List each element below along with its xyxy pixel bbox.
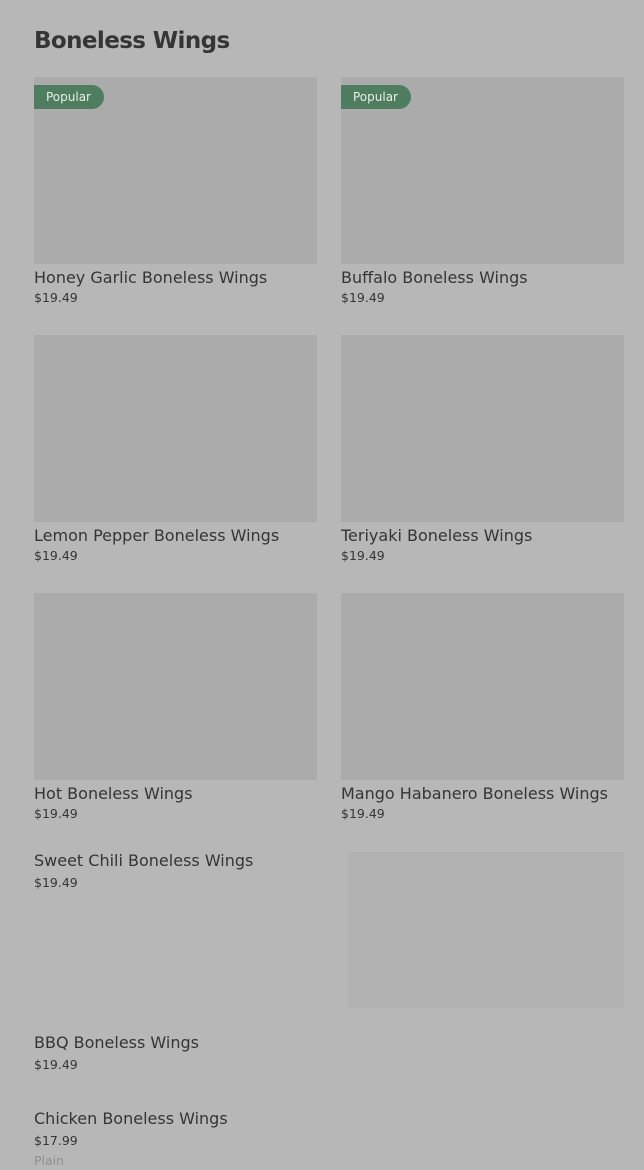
popular-badge: Popular <box>341 85 411 109</box>
item-name: Mango Habanero Boneless Wings <box>341 784 609 803</box>
menu-item-card[interactable]: Teriyaki Boneless Wings $19.49 <box>341 335 624 564</box>
item-price: $19.49 <box>34 1057 78 1072</box>
item-price: $17.99 <box>34 1133 78 1148</box>
item-price: $19.49 <box>341 548 385 563</box>
item-price: $19.49 <box>341 806 385 821</box>
section-title: Boneless Wings <box>34 28 230 54</box>
item-image[interactable] <box>341 335 624 522</box>
menu-item-card[interactable]: Lemon Pepper Boneless Wings $19.49 <box>34 335 317 564</box>
item-price: $19.49 <box>34 290 78 305</box>
item-name: Teriyaki Boneless Wings <box>341 526 533 545</box>
menu-list-item[interactable]: BBQ Boneless Wings $19.49 <box>34 1033 324 1073</box>
item-image[interactable] <box>34 335 317 522</box>
item-name: Hot Boneless Wings <box>34 784 193 803</box>
item-image[interactable]: Popular <box>341 77 624 264</box>
menu-item-card[interactable]: Mango Habanero Boneless Wings $19.49 <box>341 593 624 822</box>
item-price: $19.49 <box>34 875 78 890</box>
item-name: Buffalo Boneless Wings <box>341 268 528 287</box>
menu-item-card[interactable]: Popular Buffalo Boneless Wings $19.49 <box>341 77 624 306</box>
item-name: BBQ Boneless Wings <box>34 1033 199 1052</box>
item-image[interactable]: Popular <box>34 77 317 264</box>
popular-badge: Popular <box>34 85 104 109</box>
menu-list-item[interactable]: Sweet Chili Boneless Wings $19.49 <box>34 851 324 891</box>
item-price: $19.49 <box>34 806 78 821</box>
item-variant: Plain <box>34 1153 65 1168</box>
menu-page: Boneless Wings Popular Honey Garlic Bone… <box>0 0 644 1170</box>
item-image-placeholder <box>348 852 624 1008</box>
item-name: Lemon Pepper Boneless Wings <box>34 526 280 545</box>
item-name: Honey Garlic Boneless Wings <box>34 268 268 287</box>
item-name: Sweet Chili Boneless Wings <box>34 851 254 870</box>
item-price: $19.49 <box>34 548 78 563</box>
item-name: Chicken Boneless Wings <box>34 1109 228 1128</box>
item-image[interactable] <box>34 593 317 780</box>
item-price: $19.49 <box>341 290 385 305</box>
menu-item-card[interactable]: Popular Honey Garlic Boneless Wings $19.… <box>34 77 317 306</box>
item-image[interactable] <box>341 593 624 780</box>
menu-list-item[interactable]: Chicken Boneless Wings $17.99 Plain <box>34 1109 324 1168</box>
menu-item-card[interactable]: Hot Boneless Wings $19.49 <box>34 593 317 822</box>
